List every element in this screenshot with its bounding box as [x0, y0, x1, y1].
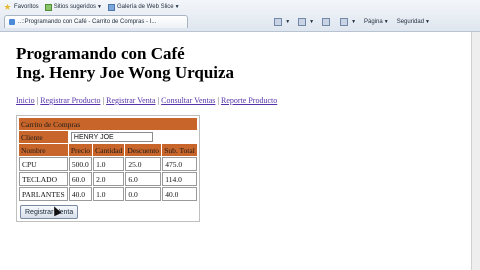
cell-precio: 40.0	[68, 187, 93, 201]
safety-menu-label: Seguridad	[396, 19, 425, 25]
nav-link-reporte-producto[interactable]: Reporte Producto	[221, 96, 277, 105]
web-slice-gallery-link[interactable]: Galería de Web Slice ▼	[108, 3, 180, 11]
cell-subtotal: 114.0	[162, 172, 197, 186]
home-button[interactable]: ▼	[274, 18, 290, 26]
favorites-label: Favoritos	[14, 4, 39, 10]
chevron-down-icon: ▼	[285, 19, 291, 25]
table-row: CPU 500.0 1.0 25.0 475.0	[19, 157, 197, 171]
table-header-row: Nombre Precio Cantidad Descuento Sub. To…	[19, 144, 197, 156]
shopping-cart-panel: Carrito de Compras Cliente HENRY JOE Nom…	[16, 115, 200, 222]
tab-title: ..::Programando con Café - Carrito de Co…	[18, 19, 157, 25]
column-header: Descuento	[125, 144, 162, 156]
home-icon	[274, 18, 283, 26]
cell-cantidad: 2.0	[93, 172, 125, 186]
chevron-down-icon: ▼	[174, 4, 180, 10]
cart-title-row: Carrito de Compras	[19, 118, 197, 130]
cell-nombre: CPU	[19, 157, 68, 171]
cell-nombre: TECLADO	[19, 172, 68, 186]
nav-separator: |	[36, 96, 39, 105]
page-menu[interactable]: Página ▼	[364, 19, 389, 25]
chevron-down-icon: ▼	[383, 19, 389, 25]
chevron-down-icon: ▼	[351, 19, 357, 25]
table-row: PARLANTES 40.0 1.0 0.0 40.0	[19, 187, 197, 201]
nav-link-registrar-producto[interactable]: Registrar Producto	[40, 96, 100, 105]
page-title-line-1: Programando con Café	[16, 44, 185, 63]
cart-table: Carrito de Compras Cliente HENRY JOE Nom…	[18, 117, 198, 202]
page-menu-label: Página	[364, 19, 383, 25]
cell-subtotal: 475.0	[162, 157, 197, 171]
column-header: Cantidad	[93, 144, 125, 156]
nav-link-registrar-venta[interactable]: Registrar Venta	[106, 96, 155, 105]
column-header: Sub. Total	[162, 144, 197, 156]
client-input[interactable]: HENRY JOE	[70, 132, 153, 142]
mail-icon	[322, 18, 331, 26]
page-favicon-icon	[9, 19, 15, 25]
column-header: Nombre	[19, 144, 68, 156]
mail-button[interactable]	[322, 18, 332, 26]
nav-separator: |	[217, 96, 220, 105]
register-sale-button[interactable]: Registrar Venta	[20, 205, 79, 219]
rss-icon	[298, 18, 307, 26]
chevron-down-icon: ▼	[425, 19, 430, 25]
suggested-sites-icon	[44, 3, 52, 11]
page-title-line-2: Ing. Henry Joe Wong Urquiza	[16, 63, 235, 82]
cart-title: Carrito de Compras	[19, 118, 197, 130]
web-slice-icon	[108, 3, 115, 11]
nav-separator: |	[157, 96, 160, 105]
browser-tab[interactable]: ..::Programando con Café - Carrito de Co…	[4, 15, 188, 28]
client-label: Cliente	[19, 131, 68, 143]
chevron-down-icon: ▼	[97, 4, 102, 10]
suggested-sites-label: Sitios sugeridos	[53, 4, 97, 10]
client-cell: HENRY JOE	[69, 131, 197, 143]
column-header: Precio	[68, 144, 93, 156]
page-content: Programando con Café Ing. Henry Joe Wong…	[16, 44, 468, 105]
chevron-down-icon: ▼	[309, 19, 315, 25]
star-icon	[4, 3, 11, 10]
nav-link-consultar-ventas[interactable]: Consultar Ventas	[161, 96, 215, 105]
suggested-sites-link[interactable]: Sitios sugeridos ▼	[44, 3, 102, 11]
feeds-button[interactable]: ▼	[298, 18, 314, 26]
cell-precio: 60.0	[68, 172, 93, 186]
nav-separator: |	[102, 96, 105, 105]
nav-link-inicio[interactable]: Inicio	[16, 96, 35, 105]
client-row: Cliente HENRY JOE	[19, 131, 197, 143]
cell-nombre: PARLANTES	[19, 187, 68, 201]
table-row: TECLADO 60.0 2.0 6.0 114.0	[19, 172, 197, 186]
favorites-bar: Favoritos Sitios sugeridos ▼ Galería de …	[0, 2, 186, 12]
cell-precio: 500.0	[68, 157, 93, 171]
print-button[interactable]: ▼	[340, 18, 356, 26]
page-scrollbar[interactable]	[471, 32, 480, 270]
safety-menu[interactable]: Seguridad ▼	[397, 19, 430, 25]
cell-cantidad: 1.0	[93, 157, 125, 171]
web-slice-label: Galería de Web Slice	[117, 4, 174, 10]
print-icon	[340, 18, 349, 26]
cell-descuento: 0.0	[125, 187, 162, 201]
browser-toolbar: Favoritos Sitios sugeridos ▼ Galería de …	[0, 0, 480, 32]
cell-descuento: 25.0	[125, 157, 162, 171]
command-bar: ▼ ▼ ▼ Página ▼ Seguridad ▼	[266, 15, 430, 29]
nav-links: Inicio | Registrar Producto | Registrar Vent…	[16, 96, 468, 105]
cell-cantidad: 1.0	[93, 187, 125, 201]
cell-subtotal: 40.0	[162, 187, 197, 201]
cell-descuento: 6.0	[125, 172, 162, 186]
favorites-button[interactable]: Favoritos	[0, 3, 39, 11]
